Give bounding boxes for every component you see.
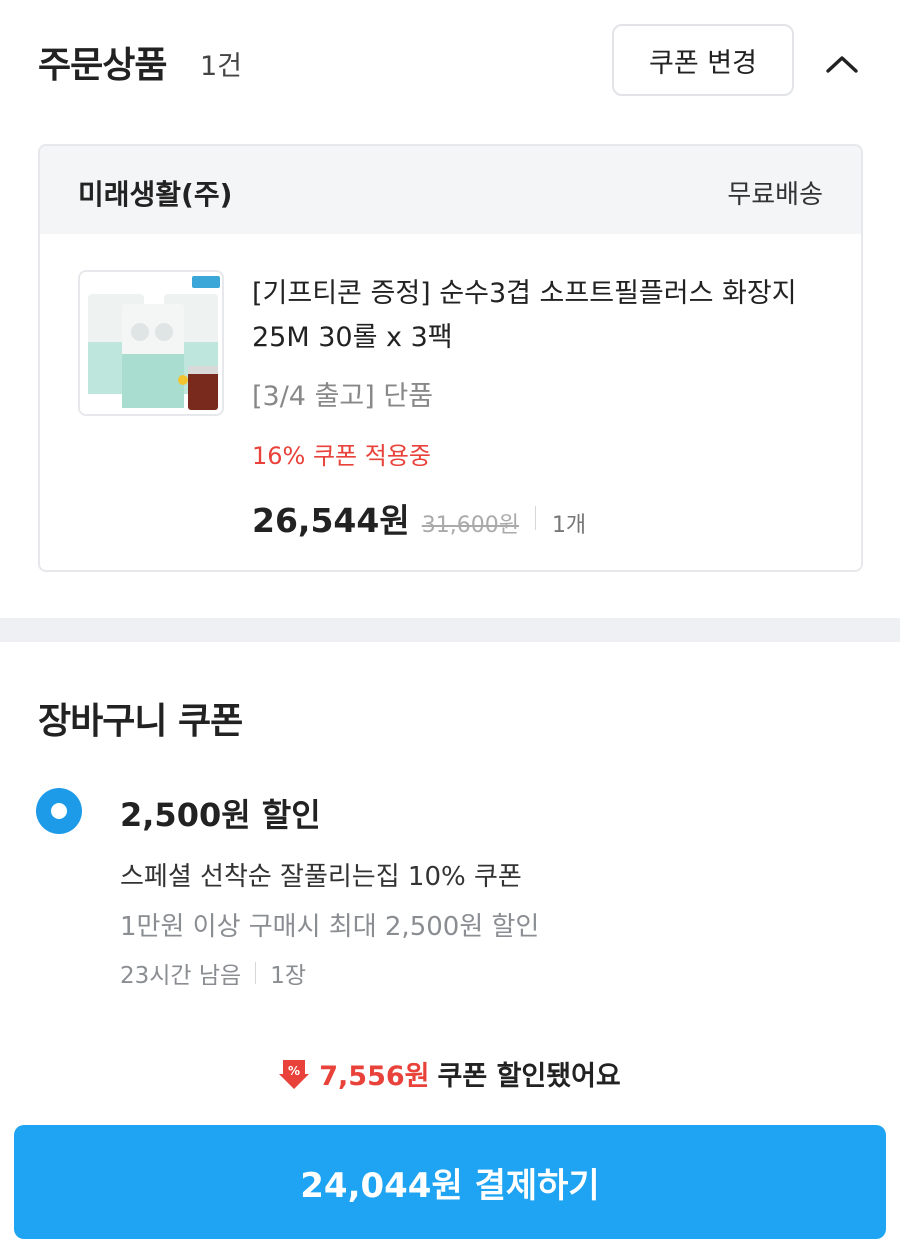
shipping-label: 무료배송 bbox=[727, 180, 823, 210]
svg-text:%: % bbox=[288, 1064, 300, 1078]
divider bbox=[534, 506, 536, 530]
product-image[interactable] bbox=[78, 270, 224, 416]
coupon-count: 1장 bbox=[270, 963, 307, 989]
chevron-up-icon[interactable] bbox=[822, 46, 862, 82]
order-header: 주문상품 1건 쿠폰 변경 bbox=[0, 0, 900, 120]
divider bbox=[255, 962, 257, 984]
discount-amount: 7,556원 bbox=[319, 1061, 430, 1092]
radio-dot bbox=[51, 803, 67, 819]
section-divider bbox=[0, 618, 900, 642]
order-title: 주문상품 bbox=[38, 45, 167, 86]
seller-header: 미래생활(주) 무료배송 bbox=[40, 146, 861, 234]
coupon-condition: 1만원 이상 구매시 최대 2,500원 할인 bbox=[120, 912, 540, 942]
order-count: 1건 bbox=[200, 51, 243, 82]
price-row: 26,544원 31,600원 1개 bbox=[252, 494, 586, 542]
pay-button[interactable]: 24,044원 결제하기 bbox=[14, 1125, 886, 1239]
seller-name: 미래생활(주) bbox=[78, 178, 233, 211]
discount-text: 쿠폰 할인됐어요 bbox=[437, 1061, 621, 1092]
cart-coupon-title: 장바구니 쿠폰 bbox=[38, 701, 243, 742]
original-price: 31,600원 bbox=[421, 513, 519, 538]
coupon-amount[interactable]: 2,500원 할인 bbox=[120, 790, 321, 836]
discount-notice: % 7,556원 쿠폰 할인됐어요 bbox=[0, 1054, 900, 1093]
coupon-meta: 23시간 남음 1장 bbox=[120, 956, 306, 990]
coupon-radio-selected[interactable] bbox=[36, 788, 82, 834]
product-option: [3/4 출고] 단품 bbox=[252, 381, 434, 412]
quantity: 1개 bbox=[551, 513, 587, 538]
coupon-applied-status: 16% 쿠폰 적용중 bbox=[252, 442, 432, 470]
coupon-name: 스페셜 선착순 잘풀리는집 10% 쿠폰 bbox=[120, 862, 522, 892]
seller-card: 미래생활(주) 무료배송 [기프티콘 증정] 순수3겹 소프트필플러스 화장지 … bbox=[38, 144, 863, 572]
product-name[interactable]: [기프티콘 증정] 순수3겹 소프트필플러스 화장지 25M 30롤 x 3팩 bbox=[252, 272, 832, 360]
coupon-time-left: 23시간 남음 bbox=[120, 963, 242, 989]
discount-arrow-icon: % bbox=[279, 1059, 310, 1089]
sale-price: 26,544원 bbox=[252, 501, 410, 540]
coupon-change-button[interactable]: 쿠폰 변경 bbox=[612, 24, 794, 96]
